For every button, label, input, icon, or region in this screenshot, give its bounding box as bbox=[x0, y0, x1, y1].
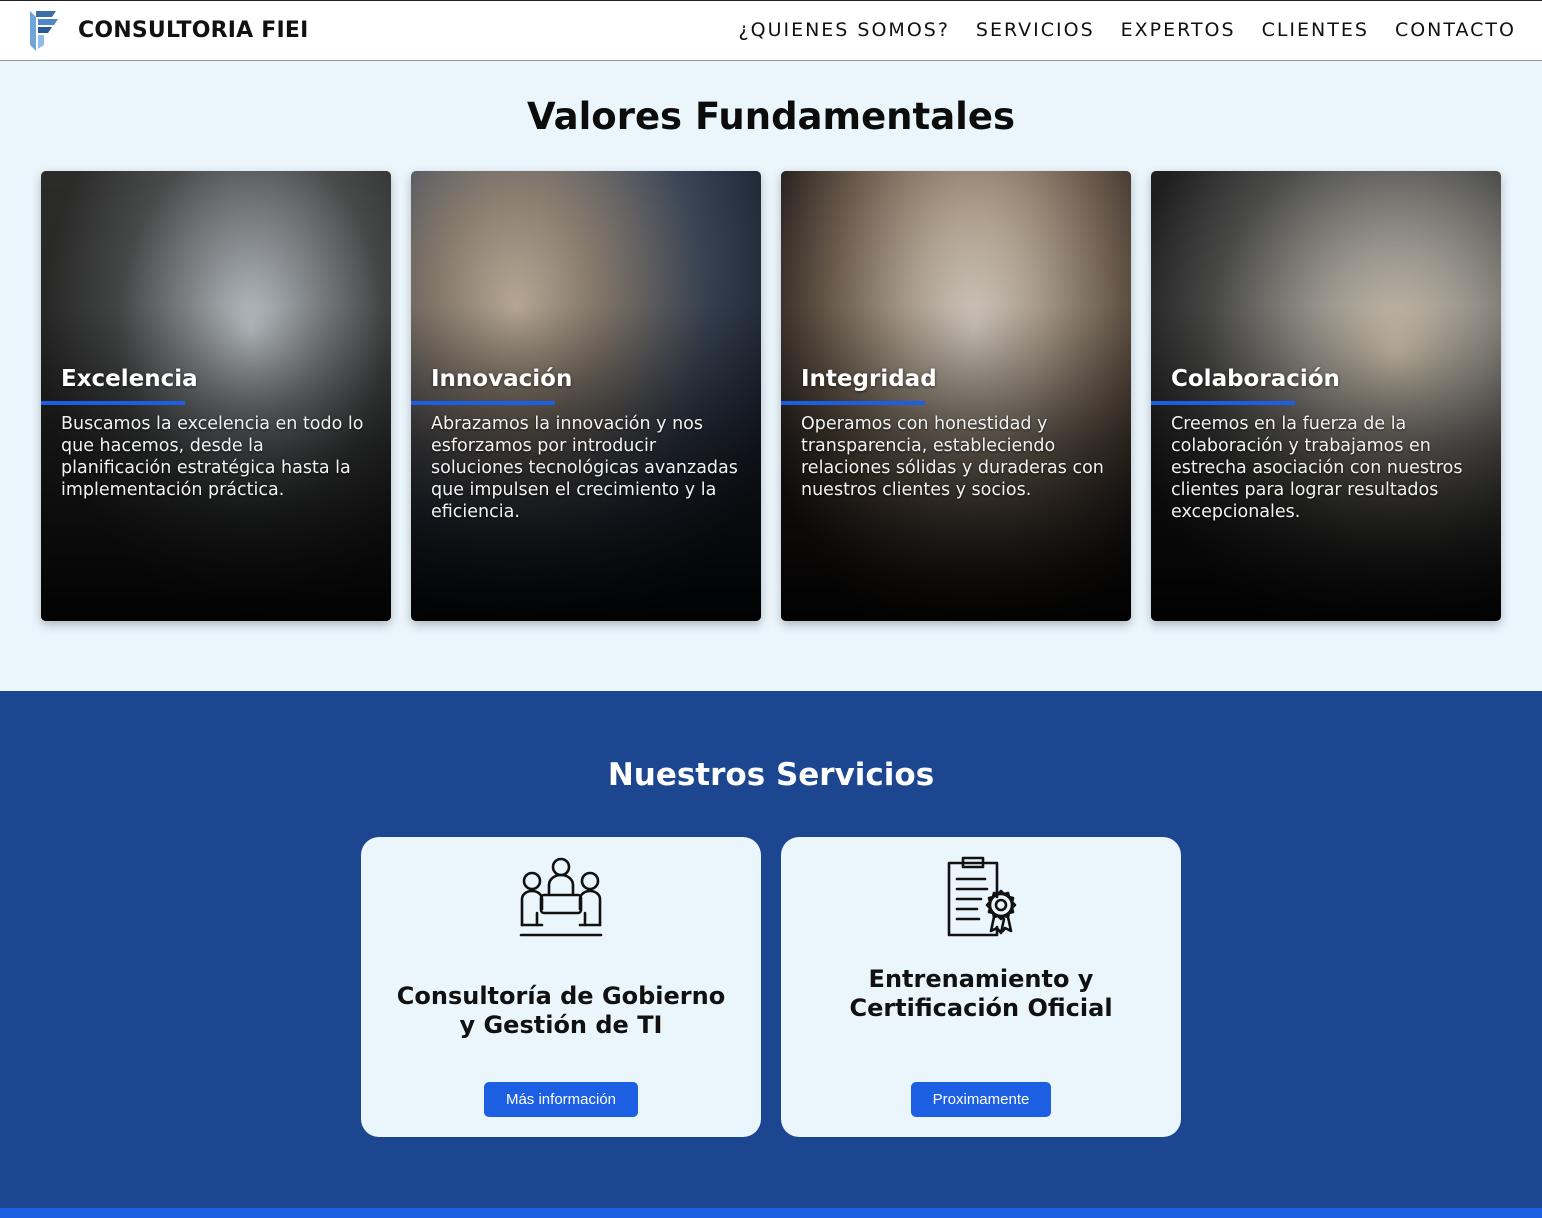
values-section: Valores Fundamentales Excelencia Buscamo… bbox=[0, 61, 1542, 691]
value-title: Colaboración bbox=[1171, 366, 1340, 392]
value-card-integridad: Integridad Operamos con honestidad y tra… bbox=[781, 171, 1131, 621]
title-underline bbox=[1151, 401, 1295, 405]
more-info-button[interactable]: Más información bbox=[484, 1082, 638, 1117]
coming-soon-button[interactable]: Proximamente bbox=[911, 1082, 1051, 1117]
nav-servicios[interactable]: SERVICIOS bbox=[976, 19, 1095, 41]
nav-expertos[interactable]: EXPERTOS bbox=[1121, 19, 1236, 41]
meeting-table-icon bbox=[519, 857, 603, 937]
nav-contacto[interactable]: CONTACTO bbox=[1395, 19, 1516, 41]
value-card-colaboracion: Colaboración Creemos en la fuerza de la … bbox=[1151, 171, 1501, 621]
title-underline bbox=[411, 401, 555, 405]
value-title: Excelencia bbox=[61, 366, 198, 392]
value-text: Creemos en la fuerza de la colaboración … bbox=[1171, 414, 1463, 522]
nav-quienes-somos[interactable]: ¿QUIENES SOMOS? bbox=[739, 19, 950, 41]
service-title: Entrenamiento y Certificación Oficial bbox=[849, 965, 1113, 1022]
service-card-entrenamiento: Entrenamiento y Certificación Oficial Pr… bbox=[781, 837, 1181, 1137]
values-title: Valores Fundamentales bbox=[527, 95, 1015, 138]
brand-name: CONSULTORIA FIEI bbox=[78, 17, 309, 43]
value-title: Innovación bbox=[431, 366, 573, 392]
value-title: Integridad bbox=[801, 366, 937, 392]
services-title: Nuestros Servicios bbox=[607, 757, 935, 793]
logo-icon bbox=[30, 11, 58, 51]
service-card-consultoria: Consultoría de Gobierno y Gestión de TI … bbox=[361, 837, 761, 1137]
value-text: Operamos con honestidad y transparencia,… bbox=[801, 414, 1104, 500]
footer-accent-strip bbox=[0, 1208, 1542, 1218]
top-navbar: CONSULTORIA FIEI ¿QUIENES SOMOS? SERVICI… bbox=[0, 0, 1542, 61]
value-text: Buscamos la excelencia en todo lo que ha… bbox=[61, 414, 364, 500]
value-text: Abrazamos la innovación y nos esforzamos… bbox=[431, 414, 738, 522]
service-title: Consultoría de Gobierno y Gestión de TI bbox=[396, 982, 726, 1039]
value-card-innovacion: Innovación Abrazamos la innovación y nos… bbox=[411, 171, 761, 621]
services-section: Nuestros Servicios Consultoría de Gobier… bbox=[0, 691, 1542, 1208]
certificate-icon bbox=[947, 856, 1017, 937]
value-card-excelencia: Excelencia Buscamos la excelencia en tod… bbox=[41, 171, 391, 621]
brand[interactable]: CONSULTORIA FIEI bbox=[28, 9, 309, 51]
title-underline bbox=[781, 401, 925, 405]
nav-clientes[interactable]: CLIENTES bbox=[1262, 19, 1369, 41]
main-nav: ¿QUIENES SOMOS? SERVICIOS EXPERTOS CLIEN… bbox=[739, 19, 1516, 41]
title-underline bbox=[41, 401, 185, 405]
